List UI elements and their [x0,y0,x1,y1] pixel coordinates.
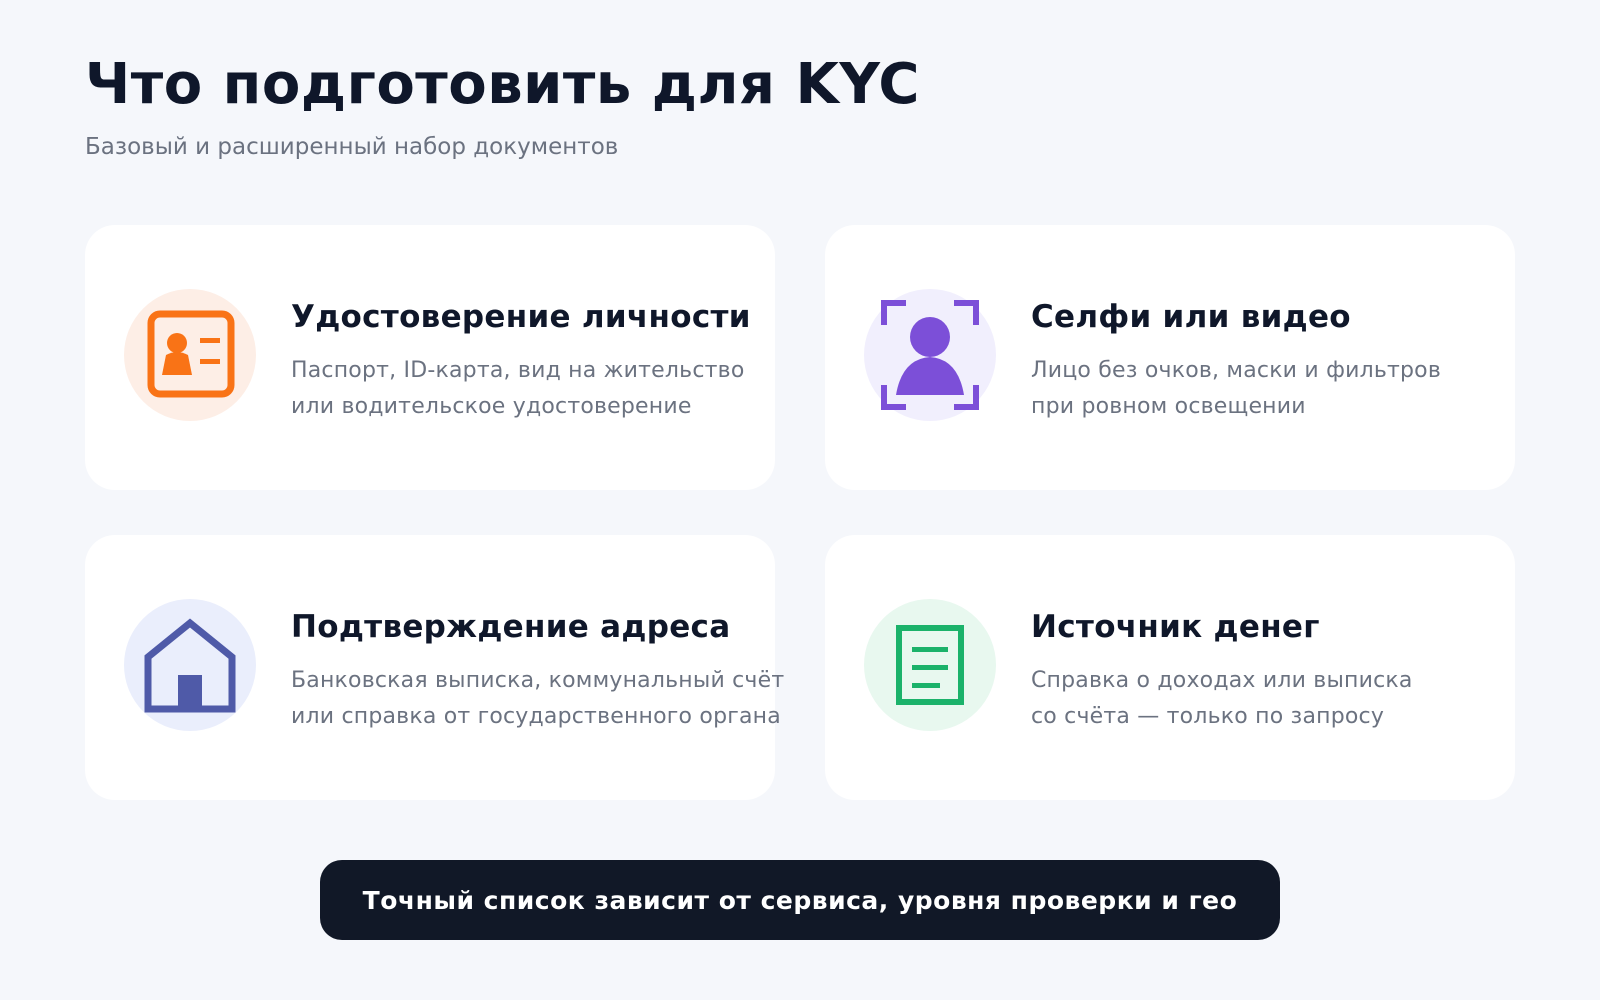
card-identity-document: Удостоверение личности Паспорт, ID-карта… [85,225,775,490]
card-description-line: Паспорт, ID-карта, вид на жительство [291,358,745,383]
page-subtitle: Базовый и расширенный набор документов [85,134,619,160]
card-description: Банковская выписка, коммунальный счёт ил… [291,663,784,735]
card-address-proof: Подтверждение адреса Банковская выписка,… [85,535,784,800]
card-description-line: при ровном освещении [1031,394,1306,419]
card-description: Лицо без очков, маски и фильтров при ров… [1031,353,1441,425]
card-description: Справка о доходах или выписка со счёта —… [1031,663,1413,735]
document-icon [864,599,996,731]
card-selfie-video: Селфи или видео Лицо без очков, маски и … [825,225,1515,490]
card-description-line: или справка от государственного органа [291,704,781,729]
card-title: Источник денег [1031,609,1320,645]
id-card-icon [124,289,256,421]
card-title: Селфи или видео [1031,299,1351,335]
footer-note-banner: Точный список зависит от сервиса, уровня… [320,860,1280,940]
card-description-line: или водительское удостоверение [291,394,692,419]
page-title: Что подготовить для KYC [85,52,921,117]
card-title: Удостоверение личности [291,299,751,335]
card-source-of-funds: Источник денег Справка о доходах или вып… [825,535,1515,800]
card-description-line: Банковская выписка, коммунальный счёт [291,668,785,693]
card-description-line: Справка о доходах или выписка [1031,668,1413,693]
card-description-line: Лицо без очков, маски и фильтров [1031,358,1442,383]
house-icon [124,599,256,731]
card-description: Паспорт, ID-карта, вид на жительство или… [291,353,744,425]
card-title: Подтверждение адреса [291,609,731,645]
card-description-line: со счёта — только по запросу [1031,704,1385,729]
page: Что подготовить для KYC Базовый и расшир… [0,0,1600,1000]
selfie-icon [864,289,996,421]
